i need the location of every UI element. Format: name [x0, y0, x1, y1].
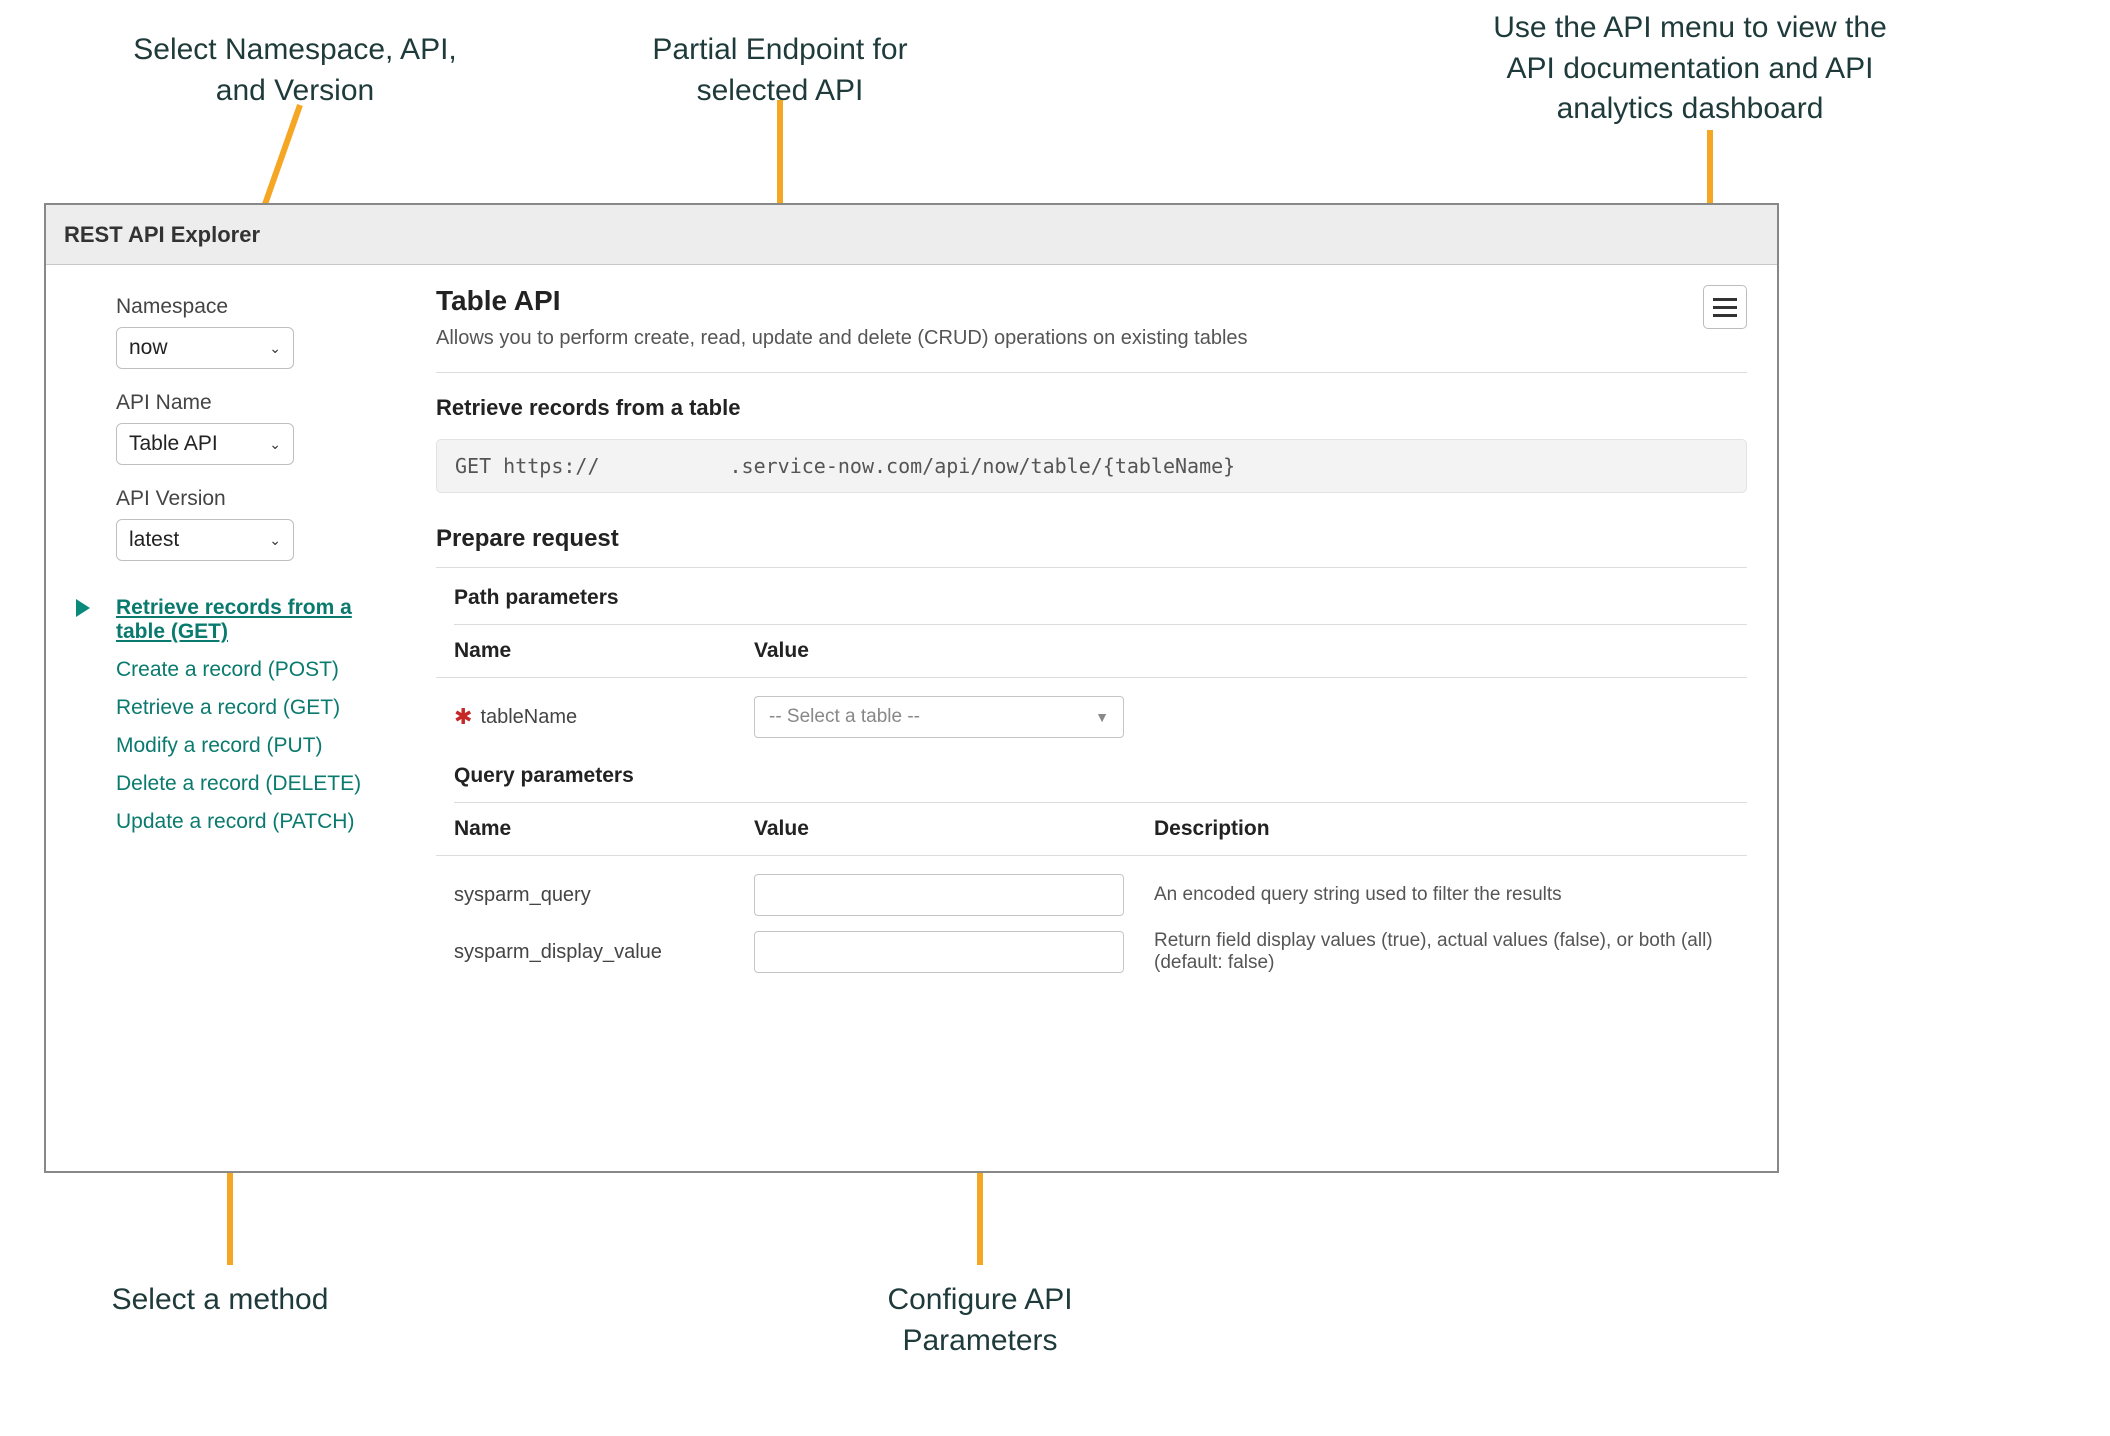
param-name: sysparm_query [454, 884, 754, 907]
active-indicator-icon [76, 599, 90, 617]
method-update-record[interactable]: Update a record (PATCH) [116, 803, 388, 841]
method-label: Modify a record (PUT) [116, 734, 323, 757]
api-version-label: API Version [116, 487, 388, 511]
chevron-down-icon: ⌄ [269, 340, 281, 357]
table-name-select[interactable]: -- Select a table -- ▼ [754, 696, 1124, 738]
param-name: tableName [480, 706, 577, 729]
param-name: sysparm_display_value [454, 941, 754, 964]
explorer-title: REST API Explorer [46, 205, 1777, 265]
api-name-label: API Name [116, 391, 388, 415]
api-description: Allows you to perform create, read, upda… [436, 327, 1747, 373]
api-version-select[interactable]: latest ⌄ [116, 519, 294, 561]
method-label: Retrieve records from a table (GET) [116, 596, 352, 643]
col-header-value: Value [754, 817, 1124, 841]
sidebar: Namespace now ⌄ API Name Table API ⌄ API… [46, 265, 416, 1171]
col-header-name: Name [454, 817, 754, 841]
method-label: Retrieve a record (GET) [116, 696, 340, 719]
required-icon: ✱ [454, 704, 472, 730]
endpoint-instance-redacted [600, 459, 730, 477]
annotation-configure-params: Configure APIParameters [830, 1280, 1130, 1361]
api-version-value: latest [129, 528, 179, 552]
main-panel: Table API Allows you to perform create, … [416, 265, 1777, 1171]
query-param-row: sysparm_display_value Return field displ… [436, 916, 1747, 974]
namespace-label: Namespace [116, 295, 388, 319]
method-delete-record[interactable]: Delete a record (DELETE) [116, 765, 388, 803]
annotation-namespace: Select Namespace, API,and Version [100, 30, 490, 111]
path-parameters-section: Path parameters Name Value ✱ tableName [436, 586, 1747, 738]
api-menu-button[interactable] [1703, 285, 1747, 329]
hamburger-icon [1713, 306, 1737, 309]
rest-api-explorer: REST API Explorer Namespace now ⌄ API Na… [44, 203, 1779, 1173]
hamburger-icon [1713, 298, 1737, 301]
chevron-down-icon: ⌄ [269, 532, 281, 549]
annotation-select-method: Select a method [70, 1280, 370, 1321]
query-parameters-heading: Query parameters [454, 764, 1747, 803]
sysparm-query-input[interactable] [754, 874, 1124, 916]
hamburger-icon [1713, 314, 1737, 317]
path-parameters-heading: Path parameters [454, 586, 1747, 625]
endpoint-box: GET https:// .service-now.com/api/now/tab… [436, 439, 1747, 493]
api-name-select[interactable]: Table API ⌄ [116, 423, 294, 465]
query-parameters-section: Query parameters Name Value Description … [436, 764, 1747, 974]
method-list: Retrieve records from a table (GET) Crea… [116, 589, 388, 841]
annotation-api-menu: Use the API menu to view theAPI document… [1460, 8, 1920, 130]
col-header-desc: Description [1124, 817, 1747, 841]
method-modify-record[interactable]: Modify a record (PUT) [116, 727, 388, 765]
path-param-row: ✱ tableName -- Select a table -- ▼ [436, 682, 1747, 738]
sysparm-display-value-input[interactable] [754, 931, 1124, 973]
method-label: Create a record (POST) [116, 658, 339, 681]
endpoint-suffix: .service-now.com/api/now/table/{tableNam… [730, 454, 1236, 478]
method-retrieve-records[interactable]: Retrieve records from a table (GET) [116, 589, 388, 651]
method-create-record[interactable]: Create a record (POST) [116, 651, 388, 689]
annotation-endpoint: Partial Endpoint forselected API [600, 30, 960, 111]
col-header-name: Name [454, 639, 754, 663]
param-desc: An encoded query string used to filter t… [1124, 884, 1747, 906]
chevron-down-icon: ▼ [1095, 709, 1109, 725]
namespace-select[interactable]: now ⌄ [116, 327, 294, 369]
table-name-placeholder: -- Select a table -- [769, 706, 920, 728]
retrieve-records-title: Retrieve records from a table [436, 395, 1747, 421]
chevron-down-icon: ⌄ [269, 436, 281, 453]
api-title: Table API [436, 285, 1747, 317]
namespace-value: now [129, 336, 168, 360]
method-retrieve-record[interactable]: Retrieve a record (GET) [116, 689, 388, 727]
method-label: Update a record (PATCH) [116, 810, 354, 833]
endpoint-prefix: GET https:// [455, 454, 600, 478]
api-name-value: Table API [129, 432, 218, 456]
query-param-row: sysparm_query An encoded query string us… [436, 860, 1747, 916]
col-header-value: Value [754, 639, 1124, 663]
param-desc: Return field display values (true), actu… [1124, 930, 1747, 974]
method-label: Delete a record (DELETE) [116, 772, 361, 795]
prepare-request-title: Prepare request [436, 525, 1747, 568]
